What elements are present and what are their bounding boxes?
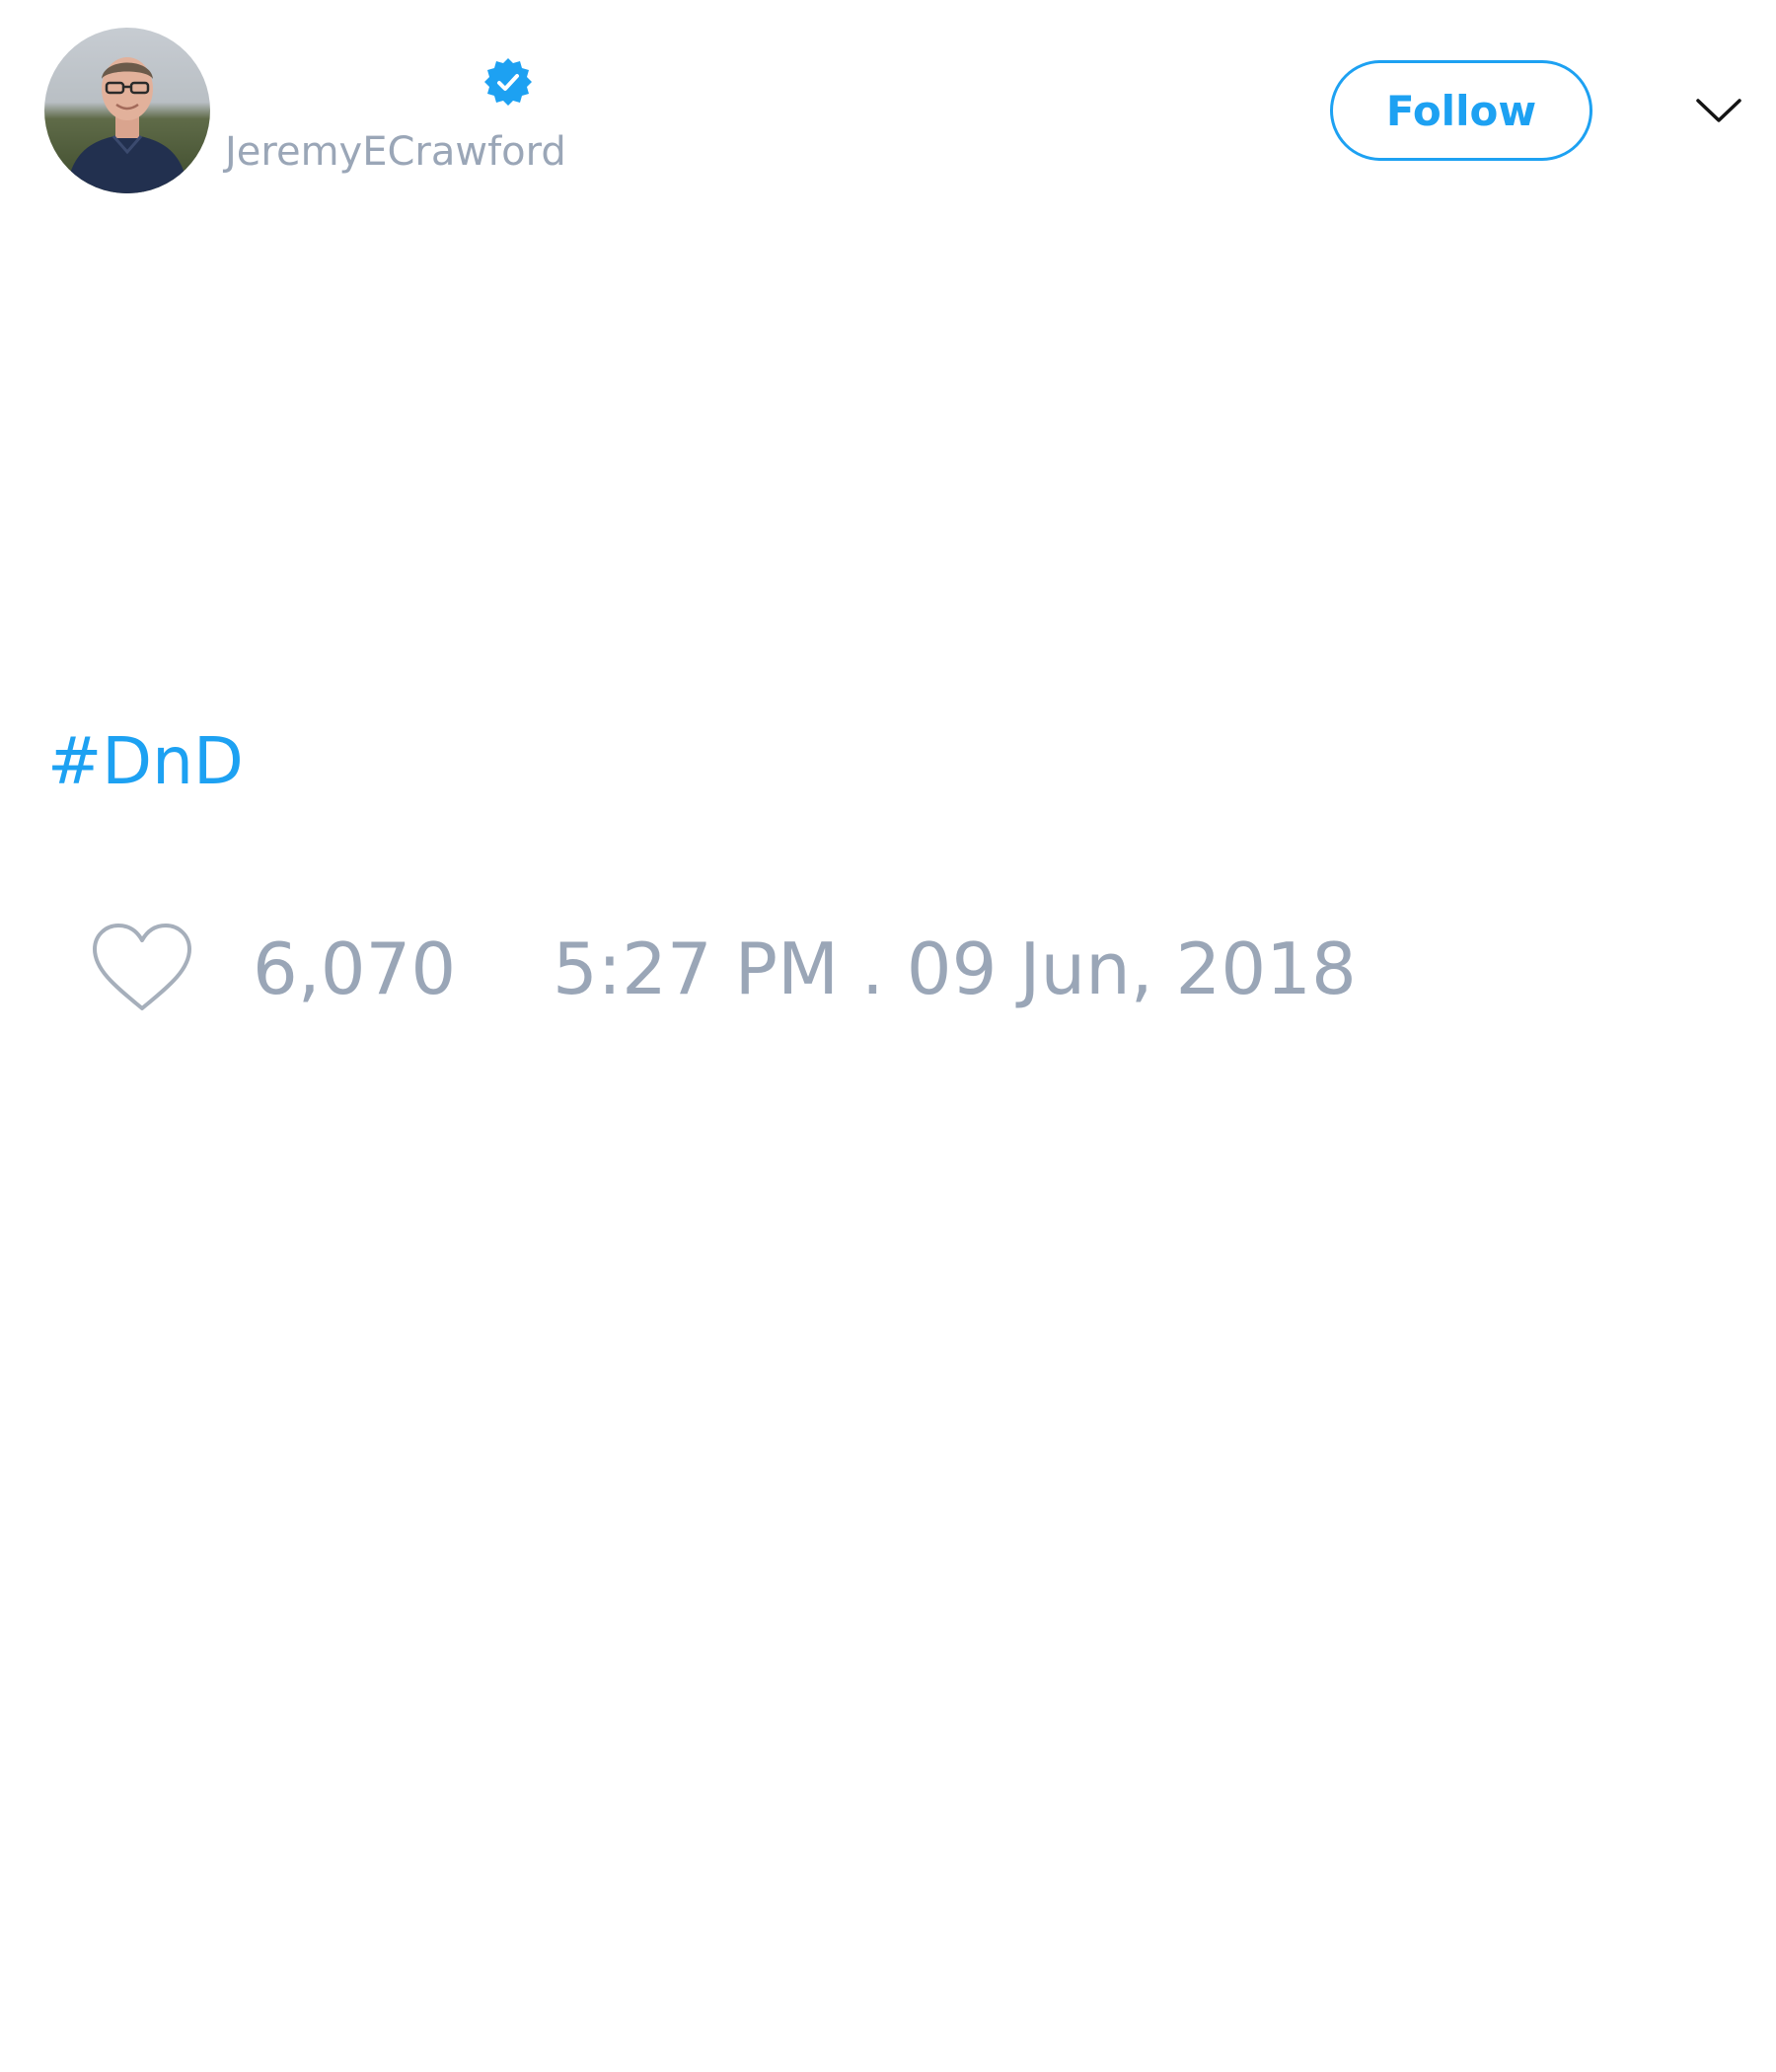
heart-outline-icon[interactable] [89, 922, 195, 1016]
hashtag-link[interactable]: #DnD [47, 723, 244, 799]
tweet-header: JeremyECrawford Follow [0, 0, 1776, 207]
tweet-timestamp[interactable]: 5:27 PM . 09 Jun, 2018 [553, 927, 1357, 1010]
tweet-body: #DnD [47, 720, 244, 803]
verified-badge-icon [482, 56, 534, 108]
follow-button[interactable]: Follow [1330, 60, 1592, 161]
author-handle[interactable]: JeremyECrawford [225, 126, 566, 178]
avatar[interactable] [44, 28, 210, 193]
avatar-photo [44, 28, 210, 193]
like-count: 6,070 [253, 927, 457, 1010]
tweet-stats: 6,070 5:27 PM . 09 Jun, 2018 [0, 908, 1776, 1026]
chevron-down-icon[interactable] [1694, 91, 1743, 130]
